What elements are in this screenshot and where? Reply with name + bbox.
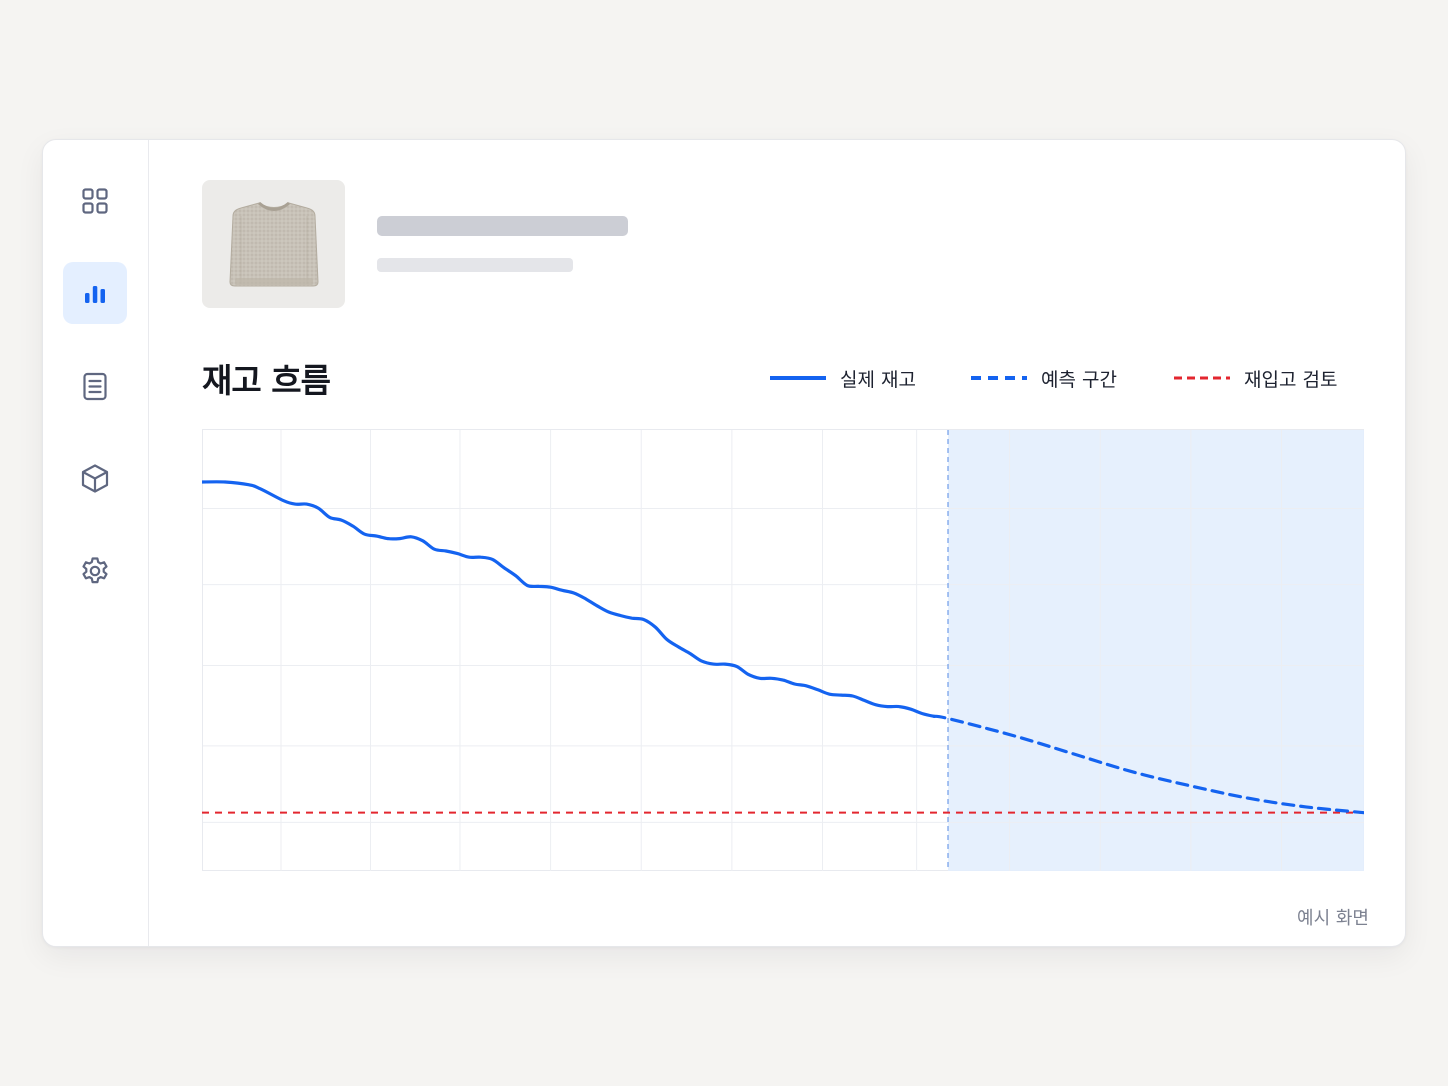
- product-meta-placeholder: [377, 258, 573, 272]
- bar-chart-icon: [85, 286, 105, 303]
- section-title: 재고 흐름: [202, 361, 331, 400]
- sidebar: [43, 140, 149, 946]
- sample-screen-note: 예시 화면: [1297, 908, 1369, 929]
- dashed-line-swatch: [971, 376, 1027, 380]
- gear-icon: [82, 557, 108, 584]
- legend-reorder: 재입고 검토: [1174, 366, 1338, 391]
- legend-forecast-label: 예측 구간: [1041, 368, 1117, 391]
- product-thumbnail: [202, 180, 345, 308]
- product-name-placeholder: [377, 216, 628, 236]
- nav-dashboard[interactable]: [63, 170, 127, 232]
- box-icon: [81, 464, 109, 493]
- grid-icon: [82, 188, 108, 214]
- solid-line-swatch: [770, 376, 826, 380]
- sweater-image: [228, 201, 319, 287]
- document-icon: [83, 372, 107, 401]
- legend-actual: 실제 재고: [770, 366, 916, 391]
- inventory-chart: [202, 429, 1364, 871]
- nav-analytics[interactable]: [63, 262, 127, 324]
- legend-reorder-label: 재입고 검토: [1244, 368, 1338, 391]
- nav-inventory[interactable]: [63, 447, 127, 509]
- main-card: 재고 흐름 실제 재고 예측 구간 재입고 검토 예시 화면: [42, 139, 1406, 947]
- red-dashed-line-swatch: [1174, 376, 1230, 380]
- nav-settings[interactable]: [63, 540, 127, 602]
- legend-actual-label: 실제 재고: [840, 368, 916, 391]
- legend-forecast: 예측 구간: [971, 366, 1117, 391]
- nav-reports[interactable]: [63, 355, 127, 417]
